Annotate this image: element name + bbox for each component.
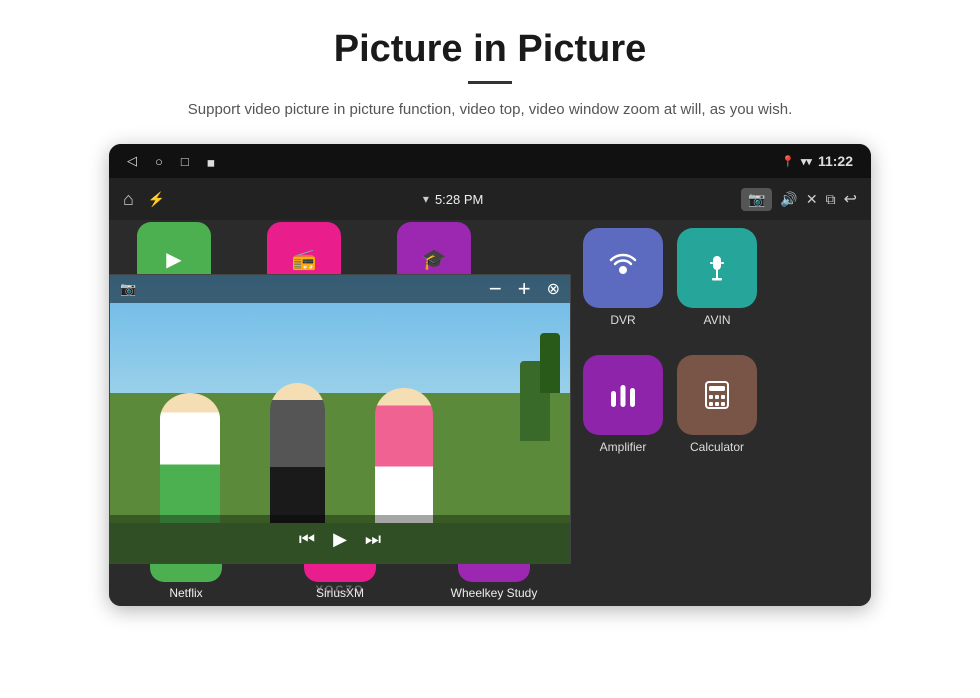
status-bar-right: 📍 ▾▾ 11:22 (781, 153, 853, 169)
pip-media-controls: ⏮ ▶ ⏭ (110, 515, 570, 563)
icons-right: DVR AVIN (571, 220, 871, 606)
app-bar-right: 📷 🔊 ✕ ⧉ ↩ (741, 188, 857, 211)
pip-size-controls: − + ⊗ (489, 276, 560, 302)
camera-button[interactable]: 📷 (741, 188, 772, 211)
pip-minus-button[interactable]: − (489, 276, 502, 302)
right-bottom-icons-row: Amplifier (583, 355, 859, 454)
amplifier-label: Amplifier (600, 440, 647, 454)
volume-icon[interactable]: 🔊 (780, 191, 797, 208)
avin-icon-box (677, 228, 757, 308)
pip-close-button[interactable]: ⊗ (547, 279, 560, 299)
status-time: 11:22 (818, 153, 853, 169)
wifi-signal-icon: ▾▾ (801, 155, 812, 168)
amplifier-icon-box (583, 355, 663, 435)
close-window-icon[interactable]: ✕ (806, 191, 818, 208)
nav-home-icon[interactable] (155, 154, 163, 169)
amplifier-svg-icon (605, 377, 641, 413)
title-divider (468, 81, 512, 84)
avin-label: AVIN (703, 313, 730, 327)
avin-svg-icon (699, 250, 735, 286)
status-bar: 📍 ▾▾ 11:22 (109, 144, 871, 178)
figure-3 (375, 388, 433, 523)
watermark: YOCZO (315, 584, 364, 596)
dvr-icon-box (583, 228, 663, 308)
dvr-svg-icon (605, 250, 641, 286)
page-container: Picture in Picture Support video picture… (0, 0, 980, 698)
figure-2 (270, 383, 325, 523)
app-tile-avin[interactable]: AVIN (677, 228, 757, 327)
pip-plus-button[interactable]: + (518, 276, 531, 302)
nav-back-icon[interactable] (127, 153, 137, 169)
nav-app-icon[interactable] (207, 154, 215, 169)
app-bar: ⌂ ⚡ ▾ 5:28 PM 📷 🔊 ✕ ⧉ ↩ (109, 178, 871, 220)
wheelkey-label: Wheelkey Study (451, 586, 538, 600)
app-tile-calculator[interactable]: Calculator (677, 355, 757, 454)
app-tile-amplifier[interactable]: Amplifier (583, 355, 663, 454)
media-prev-button[interactable]: ⏮ (299, 529, 315, 550)
page-title: Picture in Picture (334, 28, 647, 71)
app-tile-dvr[interactable]: DVR (583, 228, 663, 327)
page-subtitle: Support video picture in picture functio… (188, 98, 792, 122)
pip-top-bar: 📷 − + ⊗ (110, 275, 570, 303)
home-icon[interactable]: ⌂ (123, 189, 134, 210)
pip-cam-icon: 📷 (120, 281, 136, 297)
device-frame: 📍 ▾▾ 11:22 ⌂ ⚡ ▾ 5:28 PM 📷 🔊 ✕ ⧉ ↩ (109, 144, 871, 606)
back-icon[interactable]: ↩ (844, 189, 857, 209)
nav-recent-icon[interactable] (181, 154, 189, 169)
media-next-button[interactable]: ⏭ (365, 529, 381, 550)
wifi-icon: ▾ (423, 192, 429, 206)
tree-2 (540, 333, 560, 393)
usb-icon: ⚡ (148, 191, 165, 208)
app-bar-left: ⌂ ⚡ (123, 189, 165, 210)
status-bar-nav (127, 153, 215, 169)
pip-window[interactable]: 📷 − + ⊗ ⏮ ▶ ⏭ (109, 274, 571, 564)
video-panel: ▶ 📻 🎓 (109, 220, 571, 606)
dvr-label: DVR (610, 313, 635, 327)
main-area: ▶ 📻 🎓 (109, 220, 871, 606)
right-top-icons-row: DVR AVIN (583, 228, 859, 327)
calculator-label: Calculator (690, 440, 744, 454)
figure-1 (160, 393, 220, 523)
location-icon: 📍 (781, 155, 795, 168)
media-play-button[interactable]: ▶ (333, 529, 347, 550)
app-bar-center: ▾ 5:28 PM (423, 192, 483, 207)
duplicate-icon[interactable]: ⧉ (826, 191, 836, 208)
calculator-icon-box (677, 355, 757, 435)
netflix-label: Netflix (169, 586, 202, 600)
app-bar-time: 5:28 PM (435, 192, 483, 207)
calculator-svg-icon (699, 377, 735, 413)
